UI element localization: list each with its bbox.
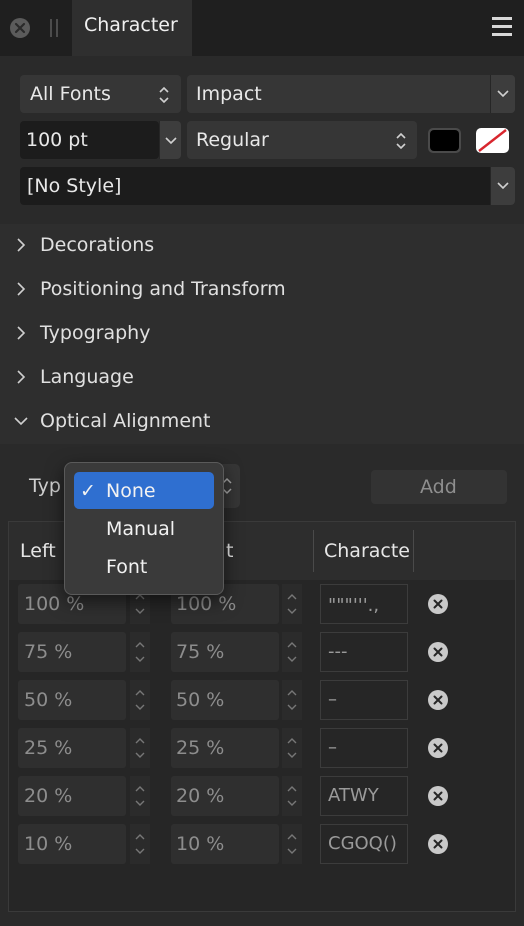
left-percent-value: 50 % (24, 689, 73, 711)
chevron-right-icon (16, 370, 26, 384)
characters-value: """'''., (328, 595, 380, 616)
column-header-right[interactable]: t (226, 540, 233, 562)
section-label: Positioning and Transform (40, 278, 286, 300)
right-percent-value: 50 % (176, 689, 225, 711)
right-percent-value: 25 % (176, 737, 225, 759)
left-percent-value: 100 % (24, 593, 85, 615)
right-percent-value: 75 % (176, 641, 225, 663)
updown-arrows-icon (395, 131, 407, 151)
chevron-down-icon (165, 137, 177, 145)
remove-row-icon[interactable] (428, 690, 448, 710)
characters-value: – (328, 689, 337, 710)
panel-menu-icon[interactable] (492, 16, 512, 38)
left-percent-value: 25 % (24, 737, 73, 759)
section-label: Optical Alignment (40, 410, 211, 432)
column-header-left[interactable]: Left (20, 540, 56, 562)
font-size-value: 100 pt (26, 129, 88, 151)
chevron-down-icon (497, 90, 509, 98)
left-percent-stepper[interactable] (130, 776, 150, 816)
chevron-down-icon (14, 416, 28, 426)
characters-value: – (328, 737, 337, 758)
type-label: Typ (29, 475, 61, 497)
remove-row-icon[interactable] (428, 738, 448, 758)
updown-arrows-icon (158, 85, 170, 105)
dropdown-item-none-label: None (106, 480, 156, 502)
column-header-characters[interactable]: Characte (324, 540, 414, 562)
table-row: 50 % 50 % – (9, 678, 515, 724)
right-percent-stepper[interactable] (282, 776, 302, 816)
table-row: 25 % 25 % – (9, 726, 515, 772)
section-label: Typography (40, 322, 151, 344)
left-percent-value: 20 % (24, 785, 73, 807)
dropdown-item-font-label: Font (106, 556, 148, 578)
close-icon[interactable] (9, 17, 31, 39)
chevron-right-icon (16, 238, 26, 252)
chevron-right-icon (16, 326, 26, 340)
chevron-down-icon (497, 182, 509, 190)
add-button-label: Add (420, 476, 457, 498)
left-percent-stepper[interactable] (130, 728, 150, 768)
text-color-fill (430, 130, 459, 151)
right-percent-value: 10 % (176, 833, 225, 855)
table-row: 75 % 75 % --- (9, 630, 515, 676)
font-family-value: Impact (196, 83, 262, 105)
remove-row-icon[interactable] (428, 642, 448, 662)
stroke-color-swatch[interactable] (476, 128, 509, 153)
left-percent-stepper[interactable] (130, 632, 150, 672)
section-label: Decorations (40, 234, 155, 256)
chevron-right-icon (16, 282, 26, 296)
text-color-swatch[interactable] (428, 128, 461, 153)
left-percent-value: 75 % (24, 641, 73, 663)
characters-value: ATWY (328, 785, 379, 806)
right-percent-stepper[interactable] (282, 824, 302, 864)
right-percent-value: 100 % (176, 593, 237, 615)
right-percent-value: 20 % (176, 785, 225, 807)
table-row: 20 % 20 % ATWY (9, 774, 515, 820)
right-percent-stepper[interactable] (282, 680, 302, 720)
font-collection-value: All Fonts (30, 83, 111, 105)
right-percent-stepper[interactable] (282, 728, 302, 768)
tab-character-label: Character (84, 14, 178, 36)
left-percent-value: 10 % (24, 833, 73, 855)
remove-row-icon[interactable] (428, 834, 448, 854)
remove-row-icon[interactable] (428, 594, 448, 614)
characters-value: CGOQ() (328, 833, 397, 854)
no-color-slash-icon (478, 129, 507, 152)
section-label: Language (40, 366, 134, 388)
right-percent-stepper[interactable] (282, 632, 302, 672)
remove-row-icon[interactable] (428, 786, 448, 806)
table-row: 10 % 10 % CGOQ() (9, 822, 515, 868)
drag-handle-left[interactable] (50, 19, 52, 37)
column-divider[interactable] (413, 530, 414, 572)
paragraph-style-value: [No Style] (27, 175, 122, 197)
left-percent-stepper[interactable] (130, 824, 150, 864)
dropdown-item-manual-label: Manual (106, 518, 176, 540)
characters-value: --- (328, 641, 348, 662)
font-style-value: Regular (196, 129, 269, 151)
left-percent-stepper[interactable] (130, 680, 150, 720)
column-divider[interactable] (313, 530, 314, 572)
check-mark-icon: ✓ (80, 480, 96, 502)
drag-handle-right[interactable] (56, 19, 58, 37)
right-percent-stepper[interactable] (282, 584, 302, 624)
